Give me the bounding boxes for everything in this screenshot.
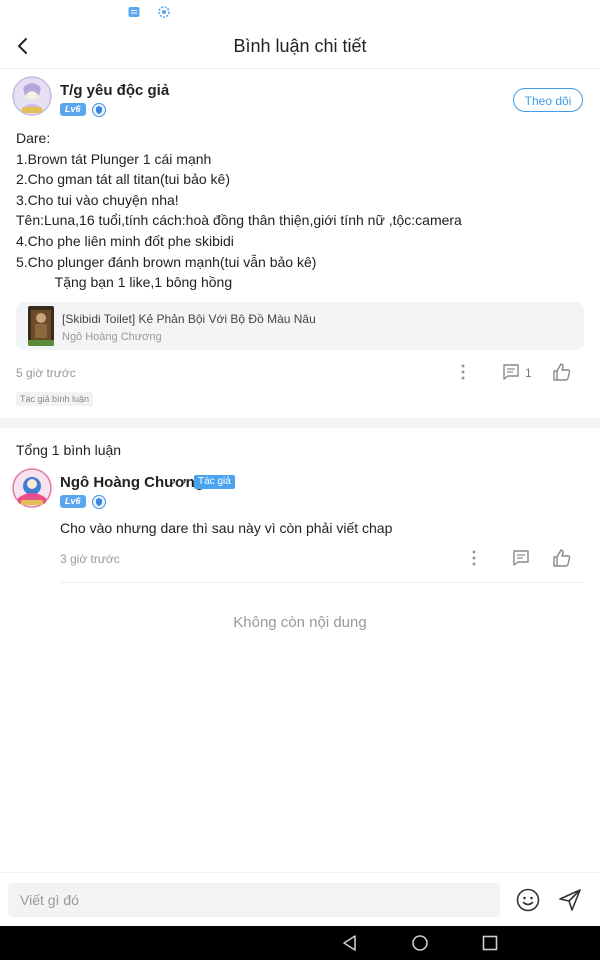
app-notification-icon — [158, 6, 170, 18]
emoji-icon[interactable] — [516, 888, 540, 912]
avatar-image — [12, 76, 52, 116]
status-bar — [0, 0, 600, 26]
reply-shield-icon — [92, 495, 106, 509]
author-role-badge: Tác giả — [194, 475, 235, 489]
comment-input[interactable] — [8, 883, 500, 917]
reply-more-icon[interactable] — [466, 549, 482, 567]
reply-avatar-image — [12, 468, 52, 508]
reply-comment-icon[interactable] — [512, 549, 530, 567]
story-title: [Skibidi Toilet] Kẻ Phản Bội Với Bộ Đồ M… — [62, 312, 316, 326]
send-icon[interactable] — [558, 888, 582, 912]
reply-author-name[interactable]: Ngô Hoàng Chương — [60, 474, 204, 491]
reply-like-icon[interactable] — [552, 548, 572, 568]
story-cover-image — [28, 306, 54, 346]
reply-avatar[interactable] — [12, 468, 52, 508]
nav-home-icon[interactable] — [411, 934, 429, 952]
reply-text: Cho vào nhưng dare thì sau này vì còn ph… — [60, 520, 393, 536]
message-notification-icon — [128, 7, 140, 17]
comment-total: Tổng 1 bình luận — [16, 442, 122, 458]
comment-line: 4.Cho phe liên minh đốt phe skibidi — [16, 232, 234, 249]
author-comment-tag: Tác giả bình luận — [16, 392, 94, 406]
top-bar: Bình luận chi tiết — [0, 26, 600, 69]
comment-time: 5 giờ trước — [16, 366, 76, 380]
page-title: Bình luận chi tiết — [233, 36, 367, 56]
follow-button[interactable]: Theo dõi — [513, 88, 583, 112]
reply-count: 1 — [525, 366, 532, 380]
comment-line: 2.Cho gman tát all titan(tui bảo kê) — [16, 171, 231, 188]
reply-time: 3 giờ trước — [60, 552, 120, 566]
comment-input-bar — [0, 872, 600, 927]
level-badge: Lv6 — [60, 103, 86, 116]
reply-separator — [60, 582, 584, 583]
story-link-card[interactable]: [Skibidi Toilet] Kẻ Phản Bội Với Bộ Đồ M… — [16, 302, 584, 350]
comment-line: Tên:Luna,16 tuổi,tính cách:hoà đồng thân… — [16, 212, 462, 229]
reply-level-badge: Lv6 — [60, 495, 86, 508]
comment-line: 5.Cho plunger đánh brown mạnh(tui vẫn bả… — [16, 253, 317, 270]
story-author: Ngô Hoàng Chương — [62, 331, 162, 343]
comment-body: Dare: 1.Brown tát Plunger 1 cái mạnh 2.C… — [16, 128, 586, 293]
like-icon[interactable] — [552, 362, 572, 382]
comment-icon[interactable] — [502, 363, 520, 381]
comment-line: Tặng bạn 1 like,1 bông hồng — [16, 274, 233, 291]
shield-icon — [92, 103, 106, 117]
more-icon[interactable] — [455, 363, 471, 381]
system-nav-bar — [0, 926, 600, 960]
author-name[interactable]: T/g yêu độc giả — [60, 82, 169, 99]
end-of-list-text: Không còn nội dung — [233, 614, 367, 631]
section-divider — [0, 418, 600, 428]
avatar[interactable] — [12, 76, 52, 116]
comment-line: 3.Cho tui vào chuyện nha! — [16, 191, 179, 208]
comment-line: 1.Brown tát Plunger 1 cái mạnh — [16, 150, 212, 167]
comment-line: Dare: — [16, 130, 51, 146]
nav-recents-icon[interactable] — [481, 934, 499, 952]
nav-back-icon[interactable] — [341, 934, 359, 952]
